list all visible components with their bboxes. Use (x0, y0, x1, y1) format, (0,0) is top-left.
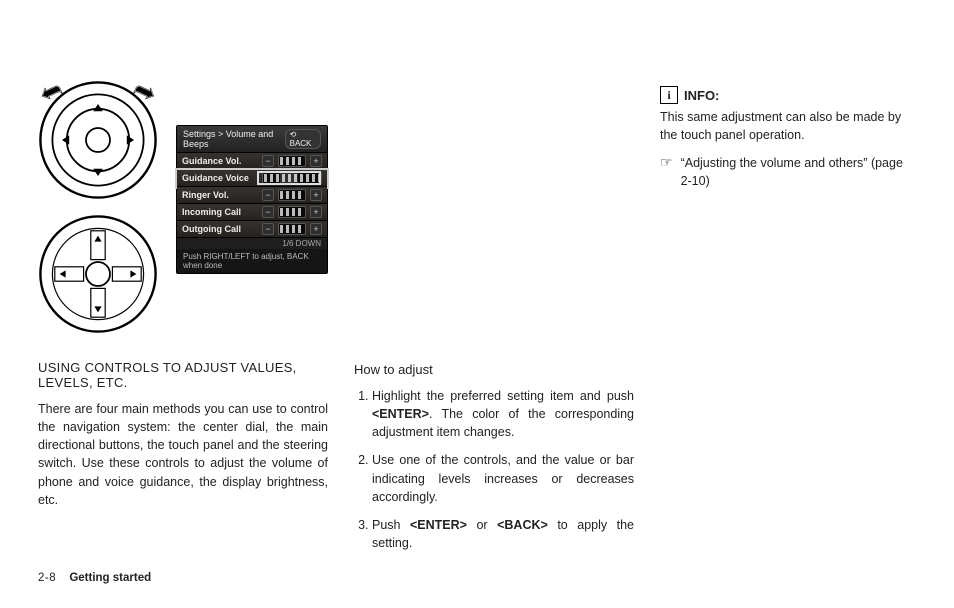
figure-row: ➦ ➦ (38, 80, 328, 334)
info-body: This same adjustment can also be made by… (660, 108, 916, 144)
page-footer: 2-8 Getting started (38, 572, 151, 584)
level-bar[interactable] (278, 189, 306, 201)
level-bar[interactable] (278, 155, 306, 167)
screen-breadcrumb: Settings > Volume and Beeps (183, 129, 285, 149)
page: ➦ ➦ (0, 0, 954, 608)
screen-hint: Push RIGHT/LEFT to adjust, BACK when don… (177, 249, 327, 273)
info-label: INFO: (684, 88, 719, 103)
xref-text: “Adjusting the volume and others” (page … (681, 154, 916, 190)
pointer-icon: ☞ (660, 155, 673, 169)
dpad-icon (38, 214, 158, 334)
level-bar[interactable] (262, 172, 322, 184)
step-item: Highlight the preferred setting item and… (372, 387, 634, 441)
level-bar[interactable] (278, 206, 306, 218)
screen-row-selected[interactable]: Guidance Voice (177, 170, 327, 187)
plus-icon[interactable]: + (310, 206, 322, 218)
control-dials: ➦ ➦ (38, 80, 158, 334)
row-label: Outgoing Call (182, 224, 258, 234)
info-heading: i INFO: (660, 86, 916, 104)
screen-row[interactable]: Outgoing Call − + (177, 221, 327, 238)
chapter-name: Getting started (69, 572, 151, 584)
column-right: i INFO: This same adjustment can also be… (660, 80, 916, 578)
row-label: Ringer Vol. (182, 190, 258, 200)
step-item: Push <ENTER> or <BACK> to apply the sett… (372, 516, 634, 552)
screen-row[interactable]: Incoming Call − + (177, 204, 327, 221)
step-item: Use one of the controls, and the value o… (372, 451, 634, 505)
plus-icon[interactable]: + (310, 189, 322, 201)
section-body: There are four main methods you can use … (38, 400, 328, 509)
column-middle: How to adjust Highlight the preferred se… (354, 80, 634, 578)
screen-titlebar: Settings > Volume and Beeps ⟲ BACK (177, 126, 327, 153)
hint-text: Push RIGHT/LEFT to adjust, BACK when don… (183, 252, 321, 270)
cross-reference: ☞ “Adjusting the volume and others” (pag… (660, 154, 916, 190)
screen-row[interactable]: Guidance Vol. − + (177, 153, 327, 170)
subsection-heading: How to adjust (354, 362, 634, 377)
settings-screen: Settings > Volume and Beeps ⟲ BACK Guida… (176, 125, 328, 274)
section-heading: USING CONTROLS TO ADJUST VALUES, LEVELS,… (38, 360, 328, 390)
level-bar[interactable] (278, 223, 306, 235)
row-label: Guidance Vol. (182, 156, 258, 166)
screen-pager: 1/6 DOWN (177, 238, 327, 249)
steps-list: Highlight the preferred setting item and… (354, 387, 634, 552)
directional-pad (38, 214, 158, 334)
minus-icon[interactable]: − (262, 206, 274, 218)
plus-icon[interactable]: + (310, 223, 322, 235)
minus-icon[interactable]: − (262, 223, 274, 235)
screen-row[interactable]: Ringer Vol. − + (177, 187, 327, 204)
info-icon: i (660, 86, 678, 104)
plus-icon[interactable]: + (310, 155, 322, 167)
screen-back-button[interactable]: ⟲ BACK (285, 129, 321, 149)
row-label: Incoming Call (182, 207, 258, 217)
minus-icon[interactable]: − (262, 189, 274, 201)
row-label: Guidance Voice (182, 173, 258, 183)
body-text: There are four main methods you can use … (38, 400, 328, 509)
minus-icon[interactable]: − (262, 155, 274, 167)
column-left: ➦ ➦ (38, 80, 328, 578)
center-dial-rotate: ➦ ➦ (38, 80, 158, 200)
page-number: 2-8 (38, 572, 56, 584)
